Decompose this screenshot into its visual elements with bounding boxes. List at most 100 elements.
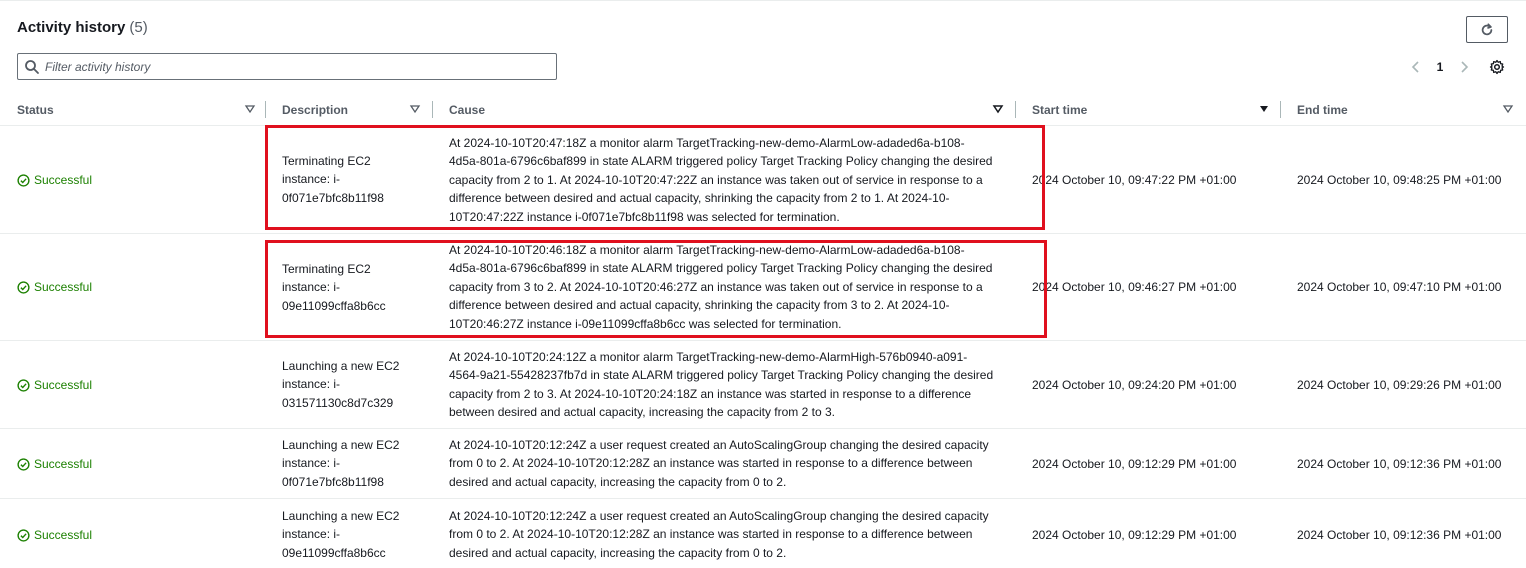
status-text: Successful — [34, 528, 93, 542]
success-check-icon — [17, 281, 30, 294]
start-time-cell: 2024 October 10, 09:47:22 PM +01:00 — [1032, 173, 1237, 187]
description-line: Terminating EC2 — [282, 262, 371, 276]
start-time-cell: 2024 October 10, 09:12:29 PM +01:00 — [1032, 528, 1237, 542]
status-cell: Successful — [17, 455, 92, 473]
description-line: instance: i- — [282, 172, 341, 187]
description-line: Launching a new EC2 — [282, 438, 400, 452]
page-number-button[interactable]: 1 — [1432, 59, 1448, 75]
column-header-label: Start time — [1032, 102, 1088, 117]
description-cell: Launching a new EC2 instance: i- 09e1109… — [282, 507, 422, 562]
description-line: 09e11099cffa8b6cc — [282, 545, 386, 560]
description-line: Launching a new EC2 — [282, 509, 400, 523]
cause-line: from 0 to 2. At 2024-10-10T20:12:28Z an … — [449, 527, 973, 542]
table-header: Status Description Cause Start time End … — [0, 93, 1526, 126]
description-cell: Terminating EC2 instance: i- 09e11099cff… — [282, 260, 422, 315]
status-cell: Successful — [17, 376, 92, 394]
cause-line: desired and actual capacity, increasing … — [449, 474, 787, 489]
column-divider[interactable] — [432, 101, 433, 118]
gear-icon — [1489, 59, 1505, 75]
column-header-status[interactable]: Status — [17, 93, 262, 126]
success-check-icon — [17, 379, 30, 392]
chevron-right-icon — [1461, 61, 1469, 73]
description-line: 0f071e7bfc8b11f98 — [282, 474, 384, 489]
preferences-button[interactable] — [1488, 59, 1506, 75]
success-check-icon — [17, 174, 30, 187]
cause-line: desired and actual capacity, increasing … — [449, 545, 787, 560]
table-row: Successful Launching a new EC2 instance:… — [0, 499, 1526, 568]
title-count: (5) — [129, 19, 148, 36]
start-time-cell: 2024 October 10, 09:46:27 PM +01:00 — [1032, 280, 1237, 294]
column-header-label: Description — [282, 102, 349, 117]
column-divider[interactable] — [1015, 101, 1016, 118]
status-text: Successful — [34, 378, 93, 392]
description-line: instance: i- — [282, 280, 341, 295]
column-divider[interactable] — [1280, 101, 1281, 118]
description-cell: Terminating EC2 instance: i- 0f071e7bfc8… — [282, 152, 422, 207]
previous-page-button[interactable] — [1408, 59, 1424, 75]
description-line: 0f071e7bfc8b11f98 — [282, 190, 384, 205]
cause-line: capacity from 2 to 3. At 2024-10-10T20:2… — [449, 386, 972, 401]
search-icon — [25, 60, 39, 74]
column-header-start-time[interactable]: Start time — [1032, 93, 1277, 126]
status-cell: Successful — [17, 171, 92, 189]
cause-cell: At 2024-10-10T20:12:24Z a user request c… — [449, 507, 1009, 562]
cause-line: capacity from 3 to 2. At 2024-10-10T20:4… — [449, 279, 983, 294]
cause-cell: At 2024-10-10T20:12:24Z a user request c… — [449, 436, 1009, 491]
description-line: instance: i- — [282, 456, 341, 471]
column-header-end-time[interactable]: End time — [1297, 93, 1517, 126]
column-header-label: Status — [17, 102, 54, 117]
description-line: instance: i- — [282, 377, 341, 392]
start-time-cell: 2024 October 10, 09:24:20 PM +01:00 — [1032, 378, 1237, 392]
refresh-button[interactable] — [1466, 16, 1508, 43]
description-line: 09e11099cffa8b6cc — [282, 298, 386, 313]
refresh-icon — [1481, 22, 1493, 35]
chevron-left-icon — [1411, 61, 1419, 73]
description-line: Terminating EC2 — [282, 154, 371, 168]
description-cell: Launching a new EC2 instance: i- 0f071e7… — [282, 436, 422, 491]
column-header-label: End time — [1297, 102, 1348, 117]
table-row: Successful Launching a new EC2 instance:… — [0, 341, 1526, 429]
cause-cell: At 2024-10-10T20:47:18Z a monitor alarm … — [449, 134, 1009, 226]
cause-cell: At 2024-10-10T20:46:18Z a monitor alarm … — [449, 241, 1009, 333]
success-check-icon — [17, 458, 30, 471]
description-line: Launching a new EC2 — [282, 359, 400, 373]
end-time-cell: 2024 October 10, 09:29:26 PM +01:00 — [1297, 378, 1502, 392]
status-cell: Successful — [17, 278, 92, 296]
table-row: Successful Terminating EC2 instance: i- … — [0, 234, 1526, 341]
success-check-icon — [17, 529, 30, 542]
cause-line: 4d5a-801a-6796c6baf899 in state ALARM tr… — [449, 261, 993, 276]
column-header-label: Cause — [449, 102, 486, 117]
sort-icon — [409, 105, 421, 114]
end-time-cell: 2024 October 10, 09:12:36 PM +01:00 — [1297, 528, 1502, 542]
cause-line: At 2024-10-10T20:24:12Z a monitor alarm … — [449, 350, 968, 364]
table-row: Successful Terminating EC2 instance: i- … — [0, 126, 1526, 234]
title-text: Activity history — [17, 19, 126, 36]
cause-line: 10T20:46:27Z instance i-09e11099cffa8b6c… — [449, 316, 842, 331]
column-header-description[interactable]: Description — [282, 93, 427, 126]
cause-line: capacity from 2 to 1. At 2024-10-10T20:4… — [449, 172, 983, 187]
status-cell: Successful — [17, 526, 92, 544]
sort-icon — [1502, 105, 1514, 114]
cause-line: difference between desired and actual ca… — [449, 298, 950, 313]
end-time-cell: 2024 October 10, 09:12:36 PM +01:00 — [1297, 457, 1502, 471]
cause-line: 4d5a-801a-6796c6baf899 in state ALARM tr… — [449, 154, 993, 169]
cause-line: from 0 to 2. At 2024-10-10T20:12:28Z an … — [449, 456, 973, 471]
cause-line: 10T20:47:22Z instance i-0f071e7bfc8b11f9… — [449, 209, 840, 224]
cause-cell: At 2024-10-10T20:24:12Z a monitor alarm … — [449, 348, 1009, 422]
search-input[interactable] — [45, 57, 545, 76]
page-title: Activity history (5) — [17, 19, 148, 36]
cause-line: At 2024-10-10T20:47:18Z a monitor alarm … — [449, 136, 965, 150]
status-text: Successful — [34, 173, 93, 187]
search-box — [17, 53, 557, 80]
end-time-cell: 2024 October 10, 09:47:10 PM +01:00 — [1297, 280, 1502, 294]
description-line: instance: i- — [282, 527, 341, 542]
sort-icon — [992, 105, 1004, 114]
cause-line: At 2024-10-10T20:12:24Z a user request c… — [449, 438, 989, 452]
next-page-button[interactable] — [1456, 59, 1472, 75]
status-text: Successful — [34, 457, 93, 471]
status-text: Successful — [34, 280, 93, 294]
description-cell: Launching a new EC2 instance: i- 0315711… — [282, 357, 422, 412]
column-header-cause[interactable]: Cause — [449, 93, 1009, 126]
column-divider[interactable] — [265, 101, 266, 118]
cause-line: At 2024-10-10T20:46:18Z a monitor alarm … — [449, 243, 965, 257]
